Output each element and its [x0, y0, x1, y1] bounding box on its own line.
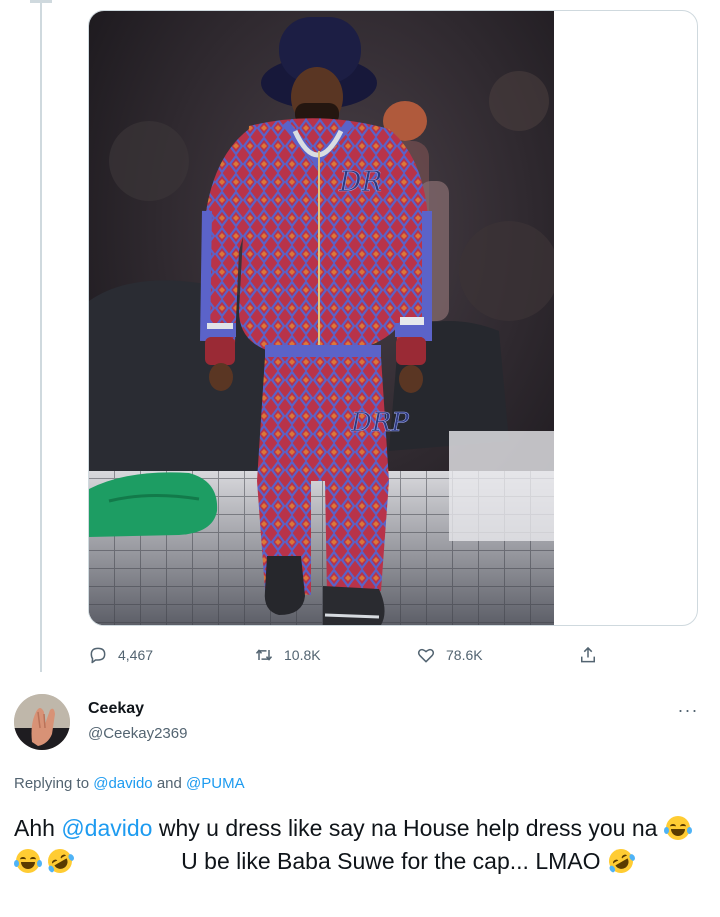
retweet-count: 10.8K	[284, 647, 321, 663]
replying-prefix: Replying to	[14, 775, 90, 792]
tears-of-joy-emoji-icon	[14, 849, 42, 873]
tweet-text-part2: why u dress like say na House help dress…	[158, 815, 658, 841]
speech-bubble-icon	[90, 647, 106, 664]
tweet-text-part1: Ahh	[14, 815, 55, 841]
more-options-button[interactable]: ···	[676, 700, 700, 720]
reply-count: 4,467	[118, 647, 154, 663]
mention-link-puma[interactable]: @PUMA	[186, 775, 245, 792]
heart-icon	[417, 648, 435, 663]
reply-button[interactable]: 4,467	[88, 640, 153, 670]
runway-photo[interactable]: DRP DRP	[89, 11, 554, 625]
tears-of-joy-emoji-icon	[663, 816, 692, 840]
tweet-body: Ahh @davido why u dress like say na Hous…	[14, 812, 704, 878]
tweet-action-bar: 4,467 10.8K 78.6K	[88, 640, 608, 670]
rofl-emoji-icon	[43, 844, 77, 878]
retweet-button[interactable]: 10.8K	[254, 640, 321, 670]
retweet-icon	[255, 649, 273, 661]
like-button[interactable]: 78.6K	[416, 640, 483, 670]
share-button[interactable]	[578, 640, 598, 670]
rofl-emoji-icon	[604, 844, 638, 878]
replying-to-line: Replying to @davido and @PUMA	[14, 775, 245, 792]
tweet-mention-davido[interactable]: @davido	[61, 815, 152, 841]
share-upload-icon	[581, 646, 595, 663]
display-name[interactable]: Ceekay	[88, 700, 144, 718]
tweet-text-part3: U be like Baba Suwe for the cap... LMAO	[181, 848, 601, 874]
thread-connector-line	[40, 0, 42, 672]
replying-and: and	[156, 775, 182, 792]
user-handle[interactable]: @Ceekay2369	[88, 725, 187, 742]
tweet-media-card[interactable]: DRP DRP	[88, 10, 698, 626]
tweet-thread-view: DRP DRP 4,467 10.8K 78.6K Ceekay @Ceekay…	[0, 0, 720, 917]
like-count: 78.6K	[446, 647, 483, 663]
mention-link-davido[interactable]: @davido	[93, 775, 152, 792]
svg-text:DRP: DRP	[350, 408, 409, 438]
avatar[interactable]	[14, 694, 70, 750]
